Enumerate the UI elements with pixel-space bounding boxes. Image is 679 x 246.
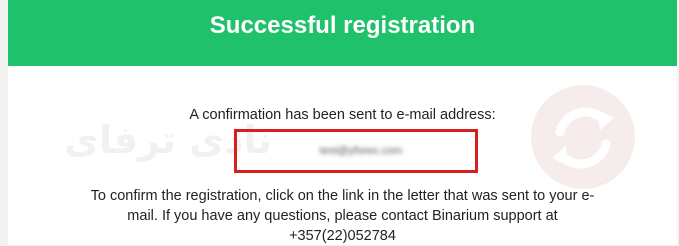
circular-arrows-logo-icon <box>531 85 635 189</box>
banner-title: Successful registration <box>209 12 476 39</box>
confirmation-instructions: To confirm the registration, click on th… <box>90 188 595 244</box>
email-highlight-box: test@yforex.com <box>234 129 478 173</box>
email-address: test@yforex.com <box>319 145 403 157</box>
confirmation-sent-text: A confirmation has been sent to e-mail a… <box>189 107 496 123</box>
success-banner: Successful registration <box>8 0 677 66</box>
registration-panel: Successful registration نادی ترفای A con… <box>8 0 677 245</box>
